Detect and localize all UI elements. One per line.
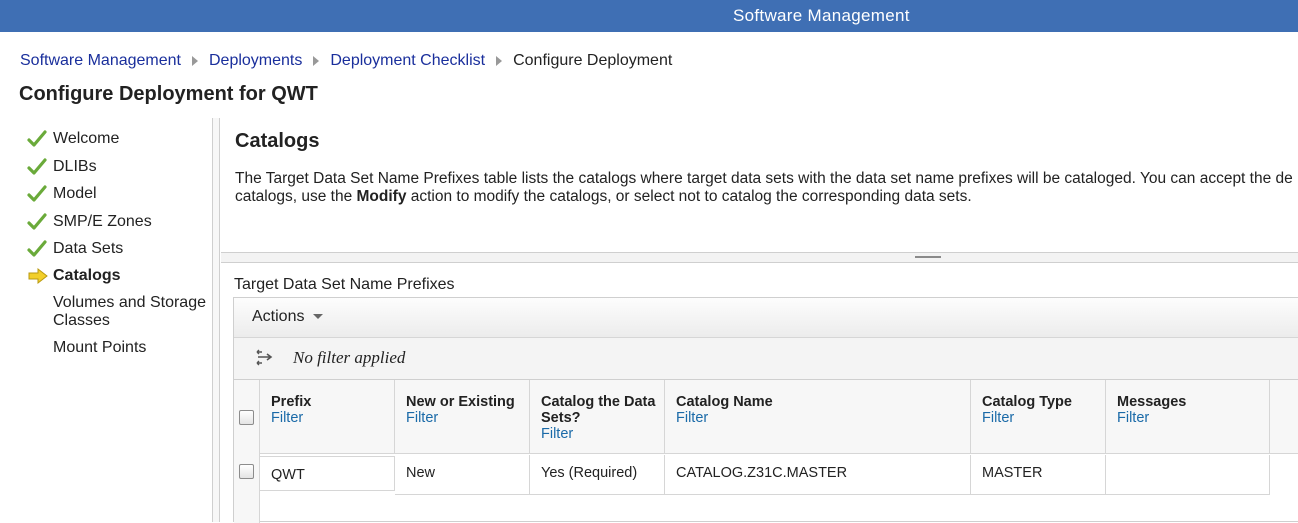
column-filter-link[interactable]: Filter [1117, 410, 1149, 426]
step-dlibs[interactable]: DLIBs [27, 158, 97, 176]
column-header-catalog-data-sets[interactable]: Catalog the Data Sets? Filter [530, 380, 665, 454]
filter-status-text: No filter applied [293, 348, 406, 367]
step-label: DLIBs [53, 158, 97, 175]
breadcrumb-deployment-checklist[interactable]: Deployment Checklist [330, 52, 485, 70]
column-filter-link[interactable]: Filter [982, 410, 1014, 426]
step-label: Mount Points [53, 339, 147, 356]
breadcrumb-current: Configure Deployment [513, 52, 673, 69]
row-select-checkbox[interactable] [239, 464, 254, 479]
checkmark-icon [27, 213, 47, 230]
modify-action-name: Modify [356, 188, 407, 205]
step-mount-points[interactable]: Mount Points [27, 339, 146, 357]
breadcrumb: Software Management Deployments Deployme… [20, 52, 672, 70]
column-header-catalog-name[interactable]: Catalog Name Filter [665, 380, 971, 454]
step-label: Catalogs [53, 267, 121, 284]
prefixes-table: Actions No filter applied Prefix Filter … [233, 297, 1298, 523]
filter-status-row: No filter applied [234, 338, 1298, 380]
current-step-arrow-icon [28, 267, 48, 285]
pane-splitter[interactable] [221, 252, 1298, 263]
actions-menu-button[interactable]: Actions [252, 308, 324, 326]
step-smpe-zones[interactable]: SMP/E Zones [27, 213, 152, 231]
table-row-cell-messages[interactable] [1106, 455, 1270, 495]
filter-arrows-icon[interactable] [254, 348, 276, 368]
page-title: Configure Deployment for QWT [19, 83, 318, 105]
column-header-spacer [1270, 380, 1298, 454]
breadcrumb-separator-icon [191, 56, 198, 66]
table-row-cell-new-or-existing[interactable]: New [395, 455, 530, 495]
select-column [234, 380, 260, 523]
table-row-cell-catalog-data-sets[interactable]: Yes (Required) [530, 455, 665, 495]
chevron-down-icon [313, 314, 324, 320]
step-label: Welcome [53, 130, 120, 147]
checkmark-icon [27, 240, 47, 257]
section-description: The Target Data Set Name Prefixes table … [235, 170, 1298, 206]
column-filter-link[interactable]: Filter [406, 410, 438, 426]
column-filter-link[interactable]: Filter [541, 426, 573, 442]
column-header-new-or-existing[interactable]: New or Existing Filter [395, 380, 530, 454]
step-catalogs[interactable]: Catalogs [27, 267, 121, 285]
column-header-prefix[interactable]: Prefix Filter [260, 380, 395, 454]
splitter-handle-icon[interactable] [915, 256, 941, 258]
step-model[interactable]: Model [27, 185, 97, 203]
table-row-cell-catalog-type[interactable]: MASTER [971, 455, 1106, 495]
step-label: Model [53, 185, 97, 202]
checkmark-icon [27, 130, 47, 147]
description-line-2: catalogs, use the Modify action to modif… [235, 188, 972, 205]
column-filter-link[interactable]: Filter [676, 410, 708, 426]
step-volumes-storage-classes[interactable]: Volumes and Storage Classes [27, 294, 212, 330]
checkmark-icon [27, 158, 47, 175]
table-caption: Target Data Set Name Prefixes [234, 276, 455, 293]
step-label: Volumes and Storage Classes [53, 294, 206, 329]
step-label: SMP/E Zones [53, 213, 152, 230]
column-header-messages[interactable]: Messages Filter [1106, 380, 1270, 454]
step-welcome[interactable]: Welcome [27, 130, 119, 148]
sidebar-splitter[interactable] [212, 118, 220, 522]
checkmark-icon [27, 185, 47, 202]
select-all-checkbox[interactable] [239, 410, 254, 425]
table-row-cell-prefix[interactable]: QWT [260, 456, 395, 491]
top-banner: Software Management [0, 0, 1298, 32]
step-data-sets[interactable]: Data Sets [27, 240, 123, 258]
app-title: Software Management [733, 6, 910, 25]
column-header-catalog-type[interactable]: Catalog Type Filter [971, 380, 1106, 454]
breadcrumb-separator-icon [496, 56, 503, 66]
breadcrumb-separator-icon [313, 56, 320, 66]
column-filter-link[interactable]: Filter [271, 410, 303, 426]
table-row-cell-catalog-name[interactable]: CATALOG.Z31C.MASTER [665, 455, 971, 495]
step-label: Data Sets [53, 240, 124, 257]
description-line-1: The Target Data Set Name Prefixes table … [235, 170, 1293, 187]
table-toolbar: Actions [234, 298, 1298, 338]
section-title: Catalogs [235, 130, 320, 152]
breadcrumb-software-management[interactable]: Software Management [20, 52, 181, 70]
breadcrumb-deployments[interactable]: Deployments [209, 52, 302, 70]
